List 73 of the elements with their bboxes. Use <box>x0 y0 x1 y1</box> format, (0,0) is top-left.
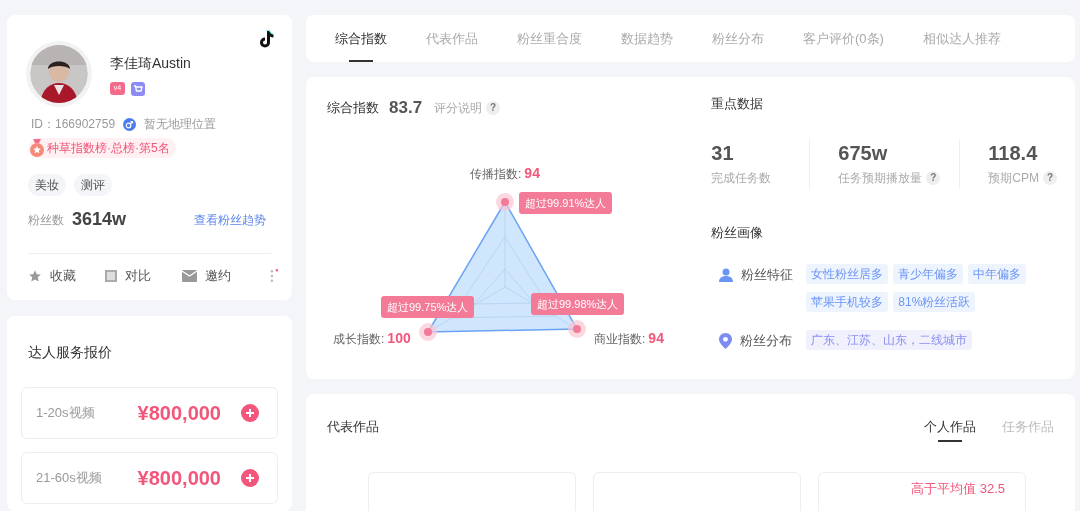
price-label: 1-20s视频 <box>36 404 95 423</box>
category-tag[interactable]: 美妆 <box>28 174 66 196</box>
stat-value: 675w <box>838 140 889 165</box>
action-button[interactable]: 邀约 <box>181 266 259 286</box>
tab[interactable]: 粉丝分布 <box>712 15 764 62</box>
stat-value: 31 <box>711 140 735 165</box>
pricing-title: 达人服务报价 <box>28 343 113 362</box>
shopping-cart-icon <box>131 82 145 96</box>
portrait-row-label: 粉丝特征 <box>741 266 794 285</box>
location-text: 暂无地理位置 <box>144 116 217 133</box>
index-title: 综合指数 <box>327 99 379 117</box>
percentile-badge: 超过99.98%达人 <box>531 292 625 315</box>
radar-axis-label: 成长指数: <box>333 330 385 348</box>
portrait-tag: 女性粉丝居多 <box>806 264 889 284</box>
score-help-link[interactable]: 评分说明 <box>434 98 483 117</box>
percentile-badge: 超过99.75%达人 <box>381 295 475 318</box>
mail-icon <box>181 269 197 282</box>
tab[interactable]: 个人作品 <box>924 411 976 442</box>
help-icon[interactable]: ? <box>1043 170 1057 185</box>
stat-label: 任务预期播放量 <box>838 169 923 187</box>
fans-label: 粉丝数 <box>28 211 64 229</box>
tab[interactable]: 粉丝重合度 <box>517 15 582 62</box>
add-icon[interactable] <box>241 469 259 487</box>
tab[interactable]: 数据趋势 <box>621 15 673 62</box>
stat-label: 完成任务数 <box>711 169 772 187</box>
portrait-tag: 苹果手机较多 <box>806 292 889 312</box>
medal-icon <box>29 139 45 157</box>
creator-name: 李佳琦Austin <box>110 54 191 73</box>
tiktok-logo-icon <box>259 30 275 48</box>
help-icon[interactable]: ? <box>926 170 941 185</box>
tab[interactable]: 客户评价(0条) <box>803 15 884 62</box>
portrait-tag: 广东、江苏、山东，二线城市 <box>806 330 973 350</box>
stat-value: 118.4 <box>988 140 1039 165</box>
tab[interactable]: 相似达人推荐 <box>922 15 1001 62</box>
portrait-tag: 中年偏多 <box>968 264 1027 284</box>
works-title: 代表作品 <box>327 417 379 436</box>
compare-icon <box>104 269 117 282</box>
price-value: ¥800,000 <box>137 466 221 491</box>
comparison-note: 高于平均值 32.5 <box>911 479 1005 498</box>
fan-portrait-title: 粉丝画像 <box>711 223 765 242</box>
radar-axis-label: 传播指数: <box>470 165 522 183</box>
percentile-badge: 超过99.91%达人 <box>519 191 613 214</box>
portrait-tag: 青少年偏多 <box>893 264 964 284</box>
radar-axis-label: 商业指数: <box>594 330 646 348</box>
help-icon[interactable]: ? <box>486 100 501 115</box>
fans-trend-link[interactable]: 查看粉丝趋势 <box>194 210 266 229</box>
action-button[interactable]: 收藏 <box>28 266 105 286</box>
stat-label: 预期CPM <box>988 169 1039 187</box>
tab[interactable]: 综合指数 <box>335 15 387 62</box>
portrait-tag: 81%粉丝活跃 <box>893 292 976 312</box>
add-icon[interactable] <box>241 404 259 422</box>
rank-badge[interactable]: 种草指数榜·总榜·第5名 <box>29 138 176 158</box>
fans-count: 3614w <box>72 208 127 231</box>
location-pin-icon <box>719 333 733 349</box>
index-score: 83.7 <box>389 97 423 119</box>
radar-point <box>419 322 437 341</box>
price-value: ¥800,000 <box>137 401 221 426</box>
radar-axis-value: 100 <box>387 328 411 348</box>
radar-point <box>496 192 514 211</box>
more-options-icon[interactable] <box>270 267 278 284</box>
person-icon <box>719 268 734 282</box>
key-data-title: 重点数据 <box>711 95 765 113</box>
category-tag[interactable]: 测评 <box>74 174 112 196</box>
price-label: 21-60s视频 <box>36 469 102 488</box>
radar-point <box>568 319 586 338</box>
male-symbol-icon <box>123 117 137 131</box>
action-button[interactable]: 对比 <box>104 266 182 286</box>
star-icon <box>28 268 42 283</box>
radar-axis-value: 94 <box>524 163 540 183</box>
creator-id: ID：166902759 <box>31 116 116 133</box>
tab[interactable]: 代表作品 <box>426 15 478 62</box>
portrait-row-label: 粉丝分布 <box>740 332 793 351</box>
radar-axis-value: 94 <box>648 328 664 348</box>
